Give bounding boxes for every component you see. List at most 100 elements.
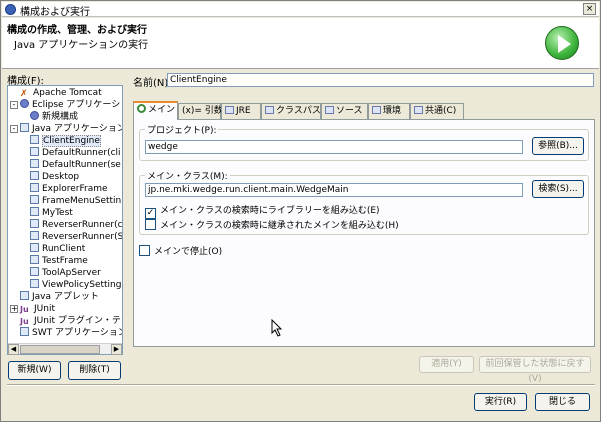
launch-configurations-dialog: 構成および実行 × 構成の作成、管理、および実行 Java アプリケーションの実…	[0, 0, 601, 422]
main-tab-panel: プロジェクト(P): wedge 参照(B)... メイン・クラス(M): jp…	[133, 119, 595, 347]
delete-button[interactable]: 削除(T)	[68, 361, 121, 380]
tree-item-label: JUnit プラグイン・テスト	[34, 316, 122, 326]
tree-item-label: SWT アプリケーション	[32, 328, 123, 338]
tree-item[interactable]: RunClient	[30, 243, 85, 255]
source-tab-icon	[325, 106, 334, 114]
tree-item[interactable]: ReverserRunner(S	[30, 231, 122, 243]
tree-item[interactable]: Desktop	[30, 171, 79, 183]
java-config-icon	[30, 171, 39, 180]
configurations-tree[interactable]: ✗ Apache Tomcat - Eclipse アプリケーション新規構成 - Java…	[7, 85, 123, 355]
tree-item[interactable]: ReverserRunner(c	[30, 219, 123, 231]
main-class-group: メイン・クラス(M): jp.ne.mki.wedge.run.client.m…	[139, 169, 589, 235]
browse-project-button[interactable]: 参照(B)...	[532, 137, 584, 155]
java-config-icon	[30, 255, 39, 264]
dialog-banner: 構成の作成、管理、および実行 Java アプリケーションの実行	[2, 18, 599, 69]
name-input[interactable]: ClientEngine	[167, 73, 594, 87]
banner-subtitle: Java アプリケーションの実行	[14, 40, 149, 51]
tree-item[interactable]: ViewPolicySetting	[30, 279, 121, 291]
project-group: プロジェクト(P): wedge 参照(B)...	[139, 123, 589, 161]
collapse-icon[interactable]: -	[10, 101, 18, 109]
jre-tab-icon	[225, 106, 234, 114]
collapse-icon[interactable]: -	[10, 125, 18, 133]
classpath-tab-icon	[265, 106, 274, 114]
tree-item[interactable]: 新規構成	[30, 111, 78, 123]
tree-item[interactable]: DefaultRunner(se	[30, 159, 121, 171]
tree-item-label: ToolApServer	[42, 268, 101, 278]
footer-separator	[7, 384, 595, 386]
main-tab-icon	[137, 104, 146, 113]
tab-arguments[interactable]: (x)= 引数	[178, 103, 223, 119]
tree-item-label: MyTest	[42, 208, 73, 218]
tree-horizontal-scrollbar[interactable]: ◀ ▶	[8, 343, 122, 355]
tree-item[interactable]: FrameMenuSettin	[30, 195, 121, 207]
tree-item[interactable]: TestFrame	[30, 255, 88, 267]
tree-item-label: DefaultRunner(cli	[42, 148, 121, 158]
name-label: 名前(N):	[133, 78, 172, 89]
tab-classpath[interactable]: クラスパス	[261, 103, 321, 119]
java-config-icon	[30, 267, 39, 276]
include-inherited-mains-checkbox[interactable]: メイン・クラスの検索時に継承されたメインを組み込む(H)	[145, 218, 399, 231]
tree-item[interactable]: MyTest	[30, 207, 73, 219]
tree-item-label: FrameMenuSettin	[42, 196, 122, 206]
java-applet-icon	[20, 291, 29, 300]
main-class-input[interactable]: jp.ne.mki.wedge.run.client.main.WedgeMai…	[145, 183, 523, 197]
tree-item-label: ViewPolicySetting	[42, 280, 122, 290]
close-window-button[interactable]: ×	[583, 3, 596, 15]
new-button[interactable]: 新規(W)	[8, 361, 61, 380]
apply-button[interactable]: 適用(Y)	[419, 356, 474, 373]
tree-item[interactable]: Java アプレット	[20, 291, 99, 303]
java-config-icon	[30, 231, 39, 240]
tree-item-label: Java アプリケーション	[32, 124, 123, 134]
checkbox-unchecked-icon	[139, 245, 150, 256]
tree-item-label: RunClient	[42, 244, 86, 254]
tree-item-label: JUnit	[34, 304, 55, 314]
tree-item[interactable]: - Java アプリケーション	[10, 123, 123, 135]
tree-item[interactable]: + Ju JUnit	[10, 303, 55, 315]
include-libraries-checkbox[interactable]: ✓ メイン・クラスの検索時にライブラリーを組み込む(E)	[145, 203, 380, 219]
swt-icon	[20, 327, 29, 336]
java-config-icon	[30, 243, 39, 252]
common-tab-icon	[414, 106, 423, 114]
scroll-thumb[interactable]	[20, 345, 100, 354]
project-group-label: プロジェクト(P):	[145, 123, 219, 136]
eclipse-icon	[20, 99, 29, 108]
revert-button[interactable]: 前回保管した状態に戻す(V)	[479, 356, 591, 384]
tree-item[interactable]: ✗ Apache Tomcat	[20, 87, 102, 99]
java-config-icon	[30, 279, 39, 288]
search-main-class-button[interactable]: 検索(S)...	[532, 180, 584, 198]
tab-source[interactable]: ソース	[321, 103, 368, 119]
tree-item[interactable]: ToolApServer	[30, 267, 101, 279]
tab-jre[interactable]: JRE	[221, 103, 261, 119]
tree-item-label: ClientEngine	[42, 135, 101, 147]
window-title: 構成および実行	[20, 7, 90, 18]
tree-item[interactable]: Ju JUnit プラグイン・テスト	[20, 315, 122, 327]
tomcat-icon: ✗	[20, 89, 28, 99]
tree-item[interactable]: SWT アプリケーション	[20, 327, 123, 339]
tree-item[interactable]: - Eclipse アプリケーション	[10, 99, 122, 111]
tree-item[interactable]: ClientEngine	[30, 135, 101, 147]
tree-item[interactable]: DefaultRunner(cli	[30, 147, 121, 159]
scroll-left-arrow-icon[interactable]: ◀	[8, 344, 19, 355]
tree-item-label: ReverserRunner(c	[42, 220, 123, 230]
tree-item[interactable]: ExplorerFrame	[30, 183, 108, 195]
project-input[interactable]: wedge	[145, 140, 523, 154]
run-button[interactable]: 実行(R)	[474, 393, 527, 411]
banner-heading: 構成の作成、管理、および実行	[7, 25, 147, 36]
tree-item-label: 新規構成	[42, 112, 79, 122]
expand-icon[interactable]: +	[10, 305, 18, 313]
tab-environment[interactable]: 環境	[368, 103, 410, 119]
close-button[interactable]: 閉じる	[535, 393, 590, 411]
tree-item-label: ExplorerFrame	[42, 184, 108, 194]
tab-common[interactable]: 共通(C)	[410, 103, 464, 119]
java-config-icon	[30, 159, 39, 168]
java-config-icon	[30, 147, 39, 156]
main-class-group-label: メイン・クラス(M):	[145, 169, 230, 182]
run-icon	[545, 26, 579, 60]
tree-item-label: Eclipse アプリケーション	[32, 100, 122, 110]
scroll-right-arrow-icon[interactable]: ▶	[111, 344, 122, 355]
stop-in-main-checkbox[interactable]: メインで停止(O)	[139, 244, 222, 257]
tree-item-label: Apache Tomcat	[33, 88, 102, 98]
tree-item-label: Desktop	[42, 172, 80, 182]
tab-main[interactable]: メイン	[133, 101, 178, 120]
java-config-icon	[30, 183, 39, 192]
